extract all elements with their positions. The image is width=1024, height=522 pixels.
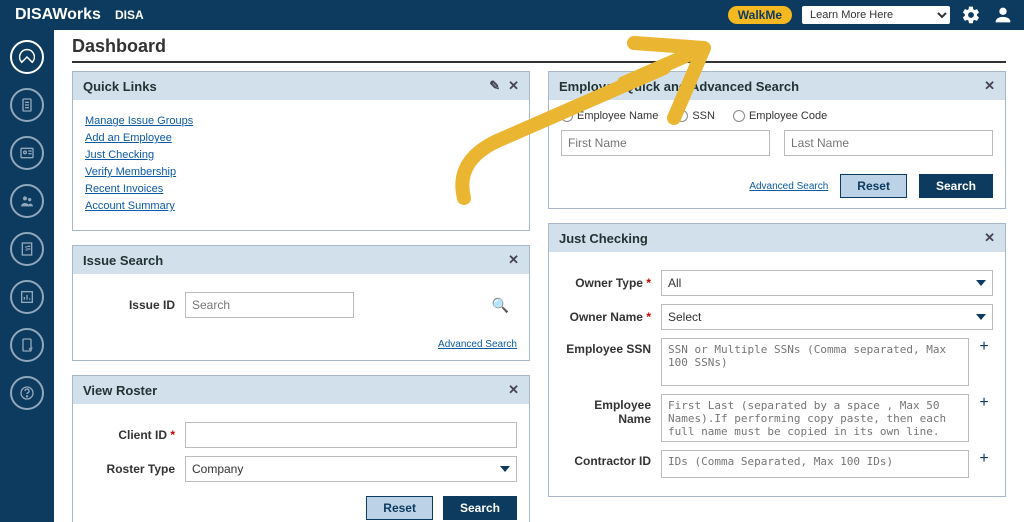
settings-icon[interactable] (960, 4, 982, 26)
client-id-label: Client ID * (85, 428, 185, 442)
radio-employee-code[interactable]: Employee Code (733, 110, 827, 122)
radio-ssn[interactable]: SSN (676, 110, 715, 122)
quick-link[interactable]: Verify Membership (85, 166, 517, 178)
employee-ssn-label: Employee SSN (561, 338, 661, 356)
employee-name-label: Employee Name (561, 394, 661, 426)
just-checking-title: Just Checking (559, 231, 648, 246)
walkme-badge[interactable]: WalkMe (728, 6, 792, 24)
quick-link[interactable]: Just Checking (85, 149, 517, 161)
top-header: DISAWorks DISA WalkMe Learn More Here (0, 0, 1024, 30)
search-icon[interactable]: 🔍 (492, 297, 509, 314)
employee-name-input[interactable] (661, 394, 969, 442)
advanced-search-link[interactable]: Advanced Search (749, 181, 828, 192)
issue-search-panel: Issue Search ✕ Issue ID 🔍 Advanced Searc… (72, 245, 530, 361)
owner-type-select[interactable]: All (661, 270, 993, 296)
reset-button[interactable]: Reset (366, 496, 433, 520)
employee-search-title: Employee Quick and Advanced Search (559, 79, 799, 94)
sidebar-check-clipboard-icon[interactable] (10, 328, 44, 362)
close-icon[interactable]: ✕ (508, 252, 519, 268)
owner-type-label: Owner Type * (561, 276, 661, 290)
logo-sub: DISA (115, 8, 144, 22)
sidebar-clipboard-icon[interactable] (10, 88, 44, 122)
issue-id-input[interactable] (185, 292, 354, 318)
radio-employee-name[interactable]: Employee Name (561, 110, 658, 122)
logo-main: DISAWorks (15, 6, 101, 24)
issue-search-title: Issue Search (83, 253, 163, 268)
owner-name-label: Owner Name * (561, 310, 661, 324)
reset-button[interactable]: Reset (840, 174, 907, 198)
view-roster-title: View Roster (83, 383, 157, 398)
quick-link[interactable]: Recent Invoices (85, 183, 517, 195)
just-checking-panel: Just Checking ✕ Owner Type * All Owner N… (548, 223, 1006, 497)
sidebar: $ (0, 30, 54, 522)
plus-icon[interactable]: + (975, 450, 993, 468)
owner-name-select[interactable]: Select (661, 304, 993, 330)
chevron-down-icon (976, 280, 986, 286)
sidebar-help-icon[interactable] (10, 376, 44, 410)
contractor-id-label: Contractor ID (561, 450, 661, 468)
plus-icon[interactable]: + (975, 338, 993, 356)
quick-link[interactable]: Account Summary (85, 200, 517, 212)
employee-ssn-input[interactable] (661, 338, 969, 386)
employee-search-panel: Employee Quick and Advanced Search ✕ Emp… (548, 71, 1006, 209)
close-icon[interactable]: ✕ (984, 78, 995, 94)
user-icon[interactable] (992, 4, 1014, 26)
chevron-down-icon (976, 314, 986, 320)
quick-links-title: Quick Links (83, 79, 157, 94)
quick-links-panel: Quick Links ✎ ✕ Manage Issue Groups Add … (72, 71, 530, 231)
search-button[interactable]: Search (919, 174, 993, 198)
plus-icon[interactable]: + (975, 394, 993, 412)
quick-link[interactable]: Manage Issue Groups (85, 115, 517, 127)
issue-id-label: Issue ID (85, 298, 185, 312)
roster-type-select[interactable]: Company (185, 456, 517, 482)
close-icon[interactable]: ✕ (508, 382, 519, 398)
sidebar-invoice-icon[interactable]: $ (10, 232, 44, 266)
main-content: Dashboard Quick Links ✎ ✕ Manage Issue G… (54, 30, 1024, 522)
last-name-input[interactable] (784, 130, 993, 156)
chevron-down-icon (500, 466, 510, 472)
search-button[interactable]: Search (443, 496, 517, 520)
learn-more-select[interactable]: Learn More Here (802, 6, 950, 24)
sidebar-id-card-icon[interactable] (10, 136, 44, 170)
view-roster-panel: View Roster ✕ Client ID * Roster Type Co… (72, 375, 530, 522)
sidebar-report-icon[interactable] (10, 280, 44, 314)
sidebar-dashboard-icon[interactable] (10, 40, 44, 74)
page-title: Dashboard (72, 36, 1006, 57)
quick-link[interactable]: Add an Employee (85, 132, 517, 144)
title-divider (72, 61, 1006, 63)
close-icon[interactable]: ✕ (984, 230, 995, 246)
advanced-search-link[interactable]: Advanced Search (438, 339, 517, 350)
sidebar-people-icon[interactable] (10, 184, 44, 218)
client-id-input[interactable] (185, 422, 517, 448)
logo: DISAWorks DISA (10, 6, 144, 24)
roster-type-label: Roster Type (85, 462, 185, 476)
contractor-id-input[interactable] (661, 450, 969, 478)
close-icon[interactable]: ✕ (508, 78, 519, 94)
first-name-input[interactable] (561, 130, 770, 156)
edit-icon[interactable]: ✎ (489, 78, 500, 94)
